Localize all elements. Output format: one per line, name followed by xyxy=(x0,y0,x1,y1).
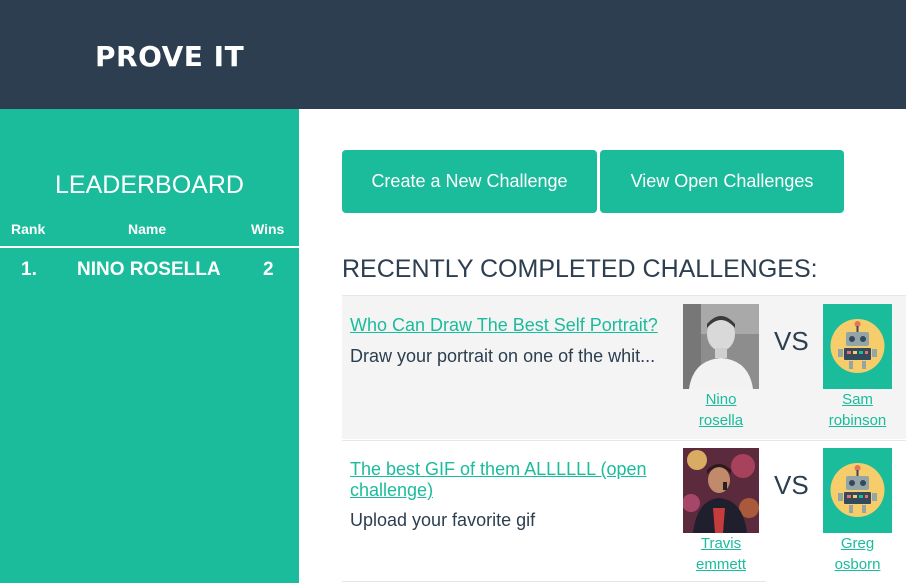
player1-first-name[interactable]: Nino xyxy=(683,389,759,410)
robot-icon xyxy=(830,463,885,517)
photo-singer-icon xyxy=(683,448,759,533)
section-title: RECENTLY COMPLETED CHALLENGES: xyxy=(342,255,818,283)
challenge-description: Upload your favorite gif xyxy=(350,510,536,530)
view-open-challenges-button[interactable]: View Open Challenges xyxy=(600,150,844,213)
player1-last-name[interactable]: rosella xyxy=(683,410,759,431)
top-header: PROVE IT xyxy=(0,0,906,109)
challenge-title-link[interactable]: The best GIF of them ALLLLLL (open chall… xyxy=(350,459,680,501)
leaderboard-rank: 1. xyxy=(21,259,37,280)
create-challenge-button[interactable]: Create a New Challenge xyxy=(342,150,597,213)
rank-column-header: Rank xyxy=(11,221,46,237)
player2-last-name[interactable]: robinson xyxy=(820,410,895,431)
player1-name-link[interactable]: Travis emmett xyxy=(683,533,759,575)
player1-first-name[interactable]: Travis xyxy=(683,533,759,554)
leaderboard-sidebar: LEADERBOARD Rank Name Wins 1. NINO ROSEL… xyxy=(0,109,299,583)
wins-column-header: Wins xyxy=(251,221,285,237)
leaderboard-title: LEADERBOARD xyxy=(55,171,244,199)
robot-icon xyxy=(830,319,885,373)
photo-man-icon xyxy=(683,304,759,389)
leaderboard-wins: 2 xyxy=(263,259,274,280)
challenge-card: The best GIF of them ALLLLLL (open chall… xyxy=(342,440,906,583)
brand-logo[interactable]: PROVE IT xyxy=(95,40,244,73)
name-column-header: Name xyxy=(128,221,167,237)
player1-last-name[interactable]: emmett xyxy=(683,554,759,575)
player2-first-name[interactable]: Sam xyxy=(820,389,895,410)
player-avatar[interactable] xyxy=(683,304,759,389)
player-avatar[interactable] xyxy=(823,304,892,389)
leaderboard-name: NINO ROSELLA xyxy=(77,259,221,280)
leaderboard-header-row: Rank Name Wins xyxy=(0,221,299,247)
player2-name-link[interactable]: Sam robinson xyxy=(820,389,895,431)
challenge-title-link[interactable]: Who Can Draw The Best Self Portrait? xyxy=(350,315,680,336)
challenge-description: Draw your portrait on one of the whit... xyxy=(350,346,656,366)
versus-label: VS xyxy=(774,326,809,356)
player2-name-link[interactable]: Greg osborn xyxy=(820,533,895,575)
versus-label: VS xyxy=(774,470,809,500)
player-avatar[interactable] xyxy=(683,448,759,533)
player-avatar[interactable] xyxy=(823,448,892,533)
leaderboard-divider xyxy=(0,246,299,248)
player2-first-name[interactable]: Greg xyxy=(820,533,895,554)
card-divider xyxy=(342,581,766,582)
player1-name-link[interactable]: Nino rosella xyxy=(683,389,759,431)
challenge-card: Who Can Draw The Best Self Portrait? Dra… xyxy=(342,295,906,439)
player2-last-name[interactable]: osborn xyxy=(820,554,895,575)
